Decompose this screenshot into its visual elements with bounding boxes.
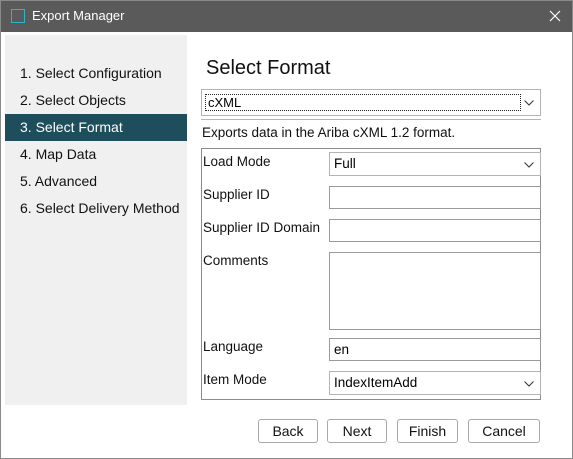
- supplier-id-domain-input[interactable]: [329, 219, 541, 242]
- load-mode-value: Full: [334, 156, 356, 171]
- format-properties-panel: Load Mode Full Supplier ID Supplier ID D…: [201, 148, 541, 400]
- window-app-icon: [11, 9, 25, 23]
- step-map-data[interactable]: 4. Map Data: [5, 141, 187, 168]
- language-input[interactable]: en: [329, 338, 541, 361]
- supplier-id-label: Supplier ID: [203, 187, 270, 202]
- divider: [201, 119, 541, 120]
- format-description: Exports data in the Ariba cXML 1.2 forma…: [202, 125, 456, 140]
- next-button[interactable]: Next: [327, 419, 387, 443]
- load-mode-label: Load Mode: [203, 154, 271, 169]
- comments-label: Comments: [203, 253, 269, 268]
- cancel-button[interactable]: Cancel: [468, 419, 540, 443]
- language-label: Language: [203, 339, 264, 354]
- step-select-format[interactable]: 3. Select Format: [5, 114, 187, 141]
- format-select[interactable]: cXML: [201, 89, 541, 116]
- item-mode-value: IndexItemAdd: [334, 375, 418, 390]
- export-manager-window: Export Manager 1. Select Configuration 2…: [0, 0, 573, 459]
- step-select-delivery-method[interactable]: 6. Select Delivery Method: [5, 195, 187, 222]
- chevron-down-icon: [524, 100, 534, 106]
- comments-textarea[interactable]: [329, 252, 541, 330]
- title-bar: Export Manager: [1, 1, 572, 32]
- chevron-down-icon: [524, 162, 534, 168]
- supplier-id-domain-label: Supplier ID Domain: [203, 220, 321, 235]
- wizard-steps-sidebar: 1. Select Configuration 2. Select Object…: [5, 35, 187, 405]
- item-mode-select[interactable]: IndexItemAdd: [329, 371, 541, 395]
- chevron-down-icon: [524, 381, 534, 387]
- format-select-value: cXML: [205, 94, 521, 111]
- close-button[interactable]: [542, 4, 568, 28]
- back-button[interactable]: Back: [258, 419, 318, 443]
- step-select-configuration[interactable]: 1. Select Configuration: [5, 60, 187, 87]
- window-title: Export Manager: [32, 8, 125, 23]
- load-mode-select[interactable]: Full: [329, 152, 541, 176]
- supplier-id-input[interactable]: [329, 186, 541, 209]
- step-select-objects[interactable]: 2. Select Objects: [5, 87, 187, 114]
- finish-button[interactable]: Finish: [397, 419, 458, 443]
- item-mode-label: Item Mode: [203, 372, 267, 387]
- step-advanced[interactable]: 5. Advanced: [5, 168, 187, 195]
- page-title: Select Format: [206, 57, 331, 79]
- close-icon: [549, 10, 561, 22]
